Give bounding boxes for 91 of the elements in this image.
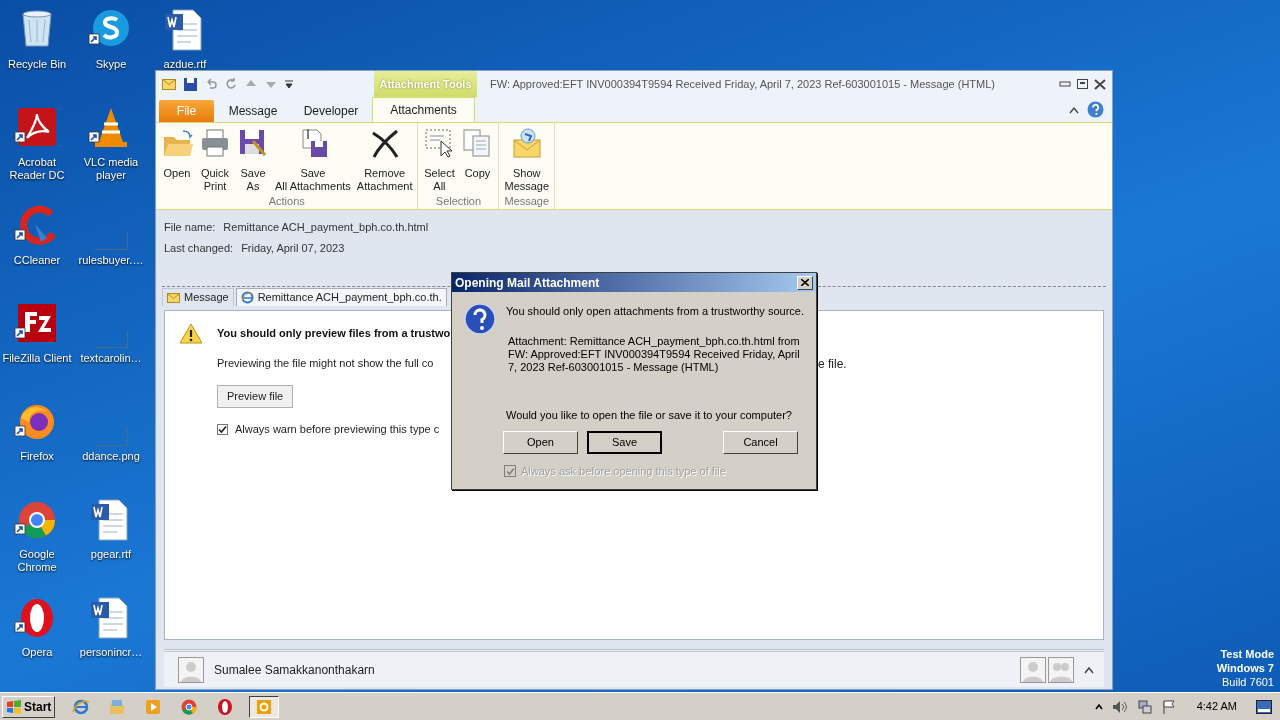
save-as-icon	[237, 127, 269, 159]
desktop-icon-label[interactable]: VLC media player	[75, 156, 147, 182]
group-label: Actions	[267, 194, 306, 209]
desktop-icon-label[interactable]: ddance.png	[75, 450, 147, 463]
ie-icon	[72, 697, 91, 716]
start-button[interactable]: Start	[2, 695, 56, 718]
contact-name: Sumalee Samakkanonthakarn	[214, 661, 375, 679]
question-icon	[464, 303, 496, 335]
checkbox[interactable]	[217, 423, 228, 435]
ribbon-button[interactable]: Save As	[234, 127, 272, 193]
envelope-icon	[167, 292, 180, 303]
people-icon[interactable]	[1020, 656, 1074, 683]
desktop-icon-label[interactable]: personincr…	[75, 646, 147, 659]
group-label: Selection	[434, 194, 483, 209]
undo-icon[interactable]	[205, 78, 217, 90]
person-icon	[178, 656, 204, 683]
field-value: Friday, April 07, 2023	[241, 240, 345, 256]
ribbon-button[interactable]: Show Message	[501, 127, 553, 193]
desktop-icon-label[interactable]: textcarolin…	[75, 352, 147, 365]
dialog-title-bar: Opening Mail Attachment	[452, 273, 816, 292]
field-label: File name:	[164, 220, 216, 235]
envelope-icon[interactable]	[162, 78, 176, 90]
desktop-icon-label[interactable]: CCleaner	[1, 254, 73, 267]
field-label: Last changed:	[164, 240, 234, 256]
ribbon-tab[interactable]: Developer	[292, 100, 370, 122]
desktop-icon-label[interactable]: azdue.rtf	[149, 58, 221, 71]
opera-icon	[216, 697, 235, 716]
dialog-button[interactable]: Cancel	[723, 431, 798, 454]
printer-icon	[199, 127, 231, 159]
desktop-icon-label[interactable]: Recycle Bin	[1, 58, 73, 71]
desktop-icon-label[interactable]: Google Chrome	[1, 548, 73, 574]
redo-icon[interactable]	[225, 78, 237, 90]
checkbox-label: Always warn before previewing this type c	[235, 422, 440, 437]
desktop-icon-label[interactable]: Acrobat Reader DC	[1, 156, 73, 182]
explorer-icon	[108, 697, 127, 716]
minimize-icon[interactable]	[1059, 79, 1071, 89]
dialog-button[interactable]: Open	[503, 431, 578, 454]
desktop-icon-label[interactable]: Opera	[1, 646, 73, 659]
desktop-icon-label[interactable]: FileZilla Client	[1, 352, 73, 365]
ribbon-button[interactable]: Remove Attachment	[353, 127, 416, 193]
ribbon-tab[interactable]: Attachments	[372, 97, 475, 122]
desktop-icon-label[interactable]: pgear.rtf	[75, 548, 147, 561]
close-button[interactable]	[797, 275, 813, 290]
group-label: Message	[503, 194, 551, 209]
folder-icon	[161, 127, 193, 159]
field-value: Remittance ACH_payment_bph.co.th.html	[223, 220, 429, 235]
ribbon-button[interactable]: Quick Print	[196, 127, 234, 193]
ribbon-button[interactable]: Open	[158, 127, 196, 180]
show-desktop-icon[interactable]	[1256, 699, 1272, 714]
chrome-icon	[180, 697, 199, 716]
dialog-button[interactable]: Save	[587, 431, 662, 454]
dialog-question: Would you like to open the file or save it to your computer?	[506, 407, 793, 423]
envelope-icon	[510, 127, 543, 159]
close-icon	[801, 279, 809, 286]
clock[interactable]: 4:42 AM	[1196, 698, 1237, 715]
attachment-tab[interactable]: Remittance ACH_payment_bph.co.th.	[235, 288, 447, 306]
system-notice: Test Mode	[1220, 647, 1274, 661]
close-icon[interactable]	[1094, 78, 1106, 90]
media-icon	[144, 697, 163, 716]
ribbon-tab[interactable]: Message	[214, 100, 292, 122]
ribbon-button[interactable]: Copy	[458, 127, 497, 180]
system-notice: Build 7601	[1222, 675, 1274, 689]
warning-icon	[179, 323, 203, 344]
taskbar-app-button[interactable]	[249, 695, 280, 718]
save-icon[interactable]	[184, 77, 197, 91]
ribbon-button[interactable]: Save All Attachments	[272, 127, 354, 193]
attachment-details: Attachment: Remittance ACH_payment_bph.co.th.html from FW: Approved:EFT INV000394T9594 Received Friday, April 7, 2023 Ref-603001015 - Message (HTML)	[507, 334, 801, 374]
preview-file-button[interactable]: Preview file	[217, 385, 294, 408]
warning-text: e file.	[818, 357, 847, 371]
speaker-icon[interactable]	[1111, 699, 1128, 714]
system-notice: Windows 7	[1216, 661, 1274, 675]
show-hidden-icons-icon[interactable]	[1094, 702, 1103, 711]
flag-icon[interactable]	[1161, 699, 1176, 714]
windows-logo-icon	[6, 699, 22, 714]
collapse-ribbon-icon[interactable]	[1069, 105, 1079, 114]
desktop-icon-label[interactable]: Skype	[75, 58, 147, 71]
ribbon-button[interactable]: Select All	[420, 127, 459, 193]
warning-heading: You should only preview files from a trustwo	[217, 326, 451, 341]
expand-icon[interactable]	[1084, 665, 1094, 674]
attachment-tab[interactable]: Message	[162, 288, 234, 306]
network-icon[interactable]	[1136, 699, 1153, 714]
window-title: FW: Approved:EFT INV000394T9594 Received Friday, April 7, 2023 Ref-603001015 - Message (HTML)	[490, 76, 996, 92]
globe-e-icon	[240, 291, 254, 304]
contextual-tab-header: Attachment Tools	[374, 71, 477, 97]
desktop-icon-label[interactable]: rulesbuyer.…	[75, 254, 147, 267]
dialog-message: You should only open attachments from a trustworthy source.	[506, 304, 805, 319]
desktop-icon-label[interactable]: Firefox	[1, 450, 73, 463]
customize-icon[interactable]	[285, 79, 293, 89]
help-icon[interactable]	[1087, 101, 1104, 118]
warning-text: Previewing the file might not show the full co	[217, 355, 434, 371]
maximize-icon[interactable]	[1077, 79, 1088, 89]
